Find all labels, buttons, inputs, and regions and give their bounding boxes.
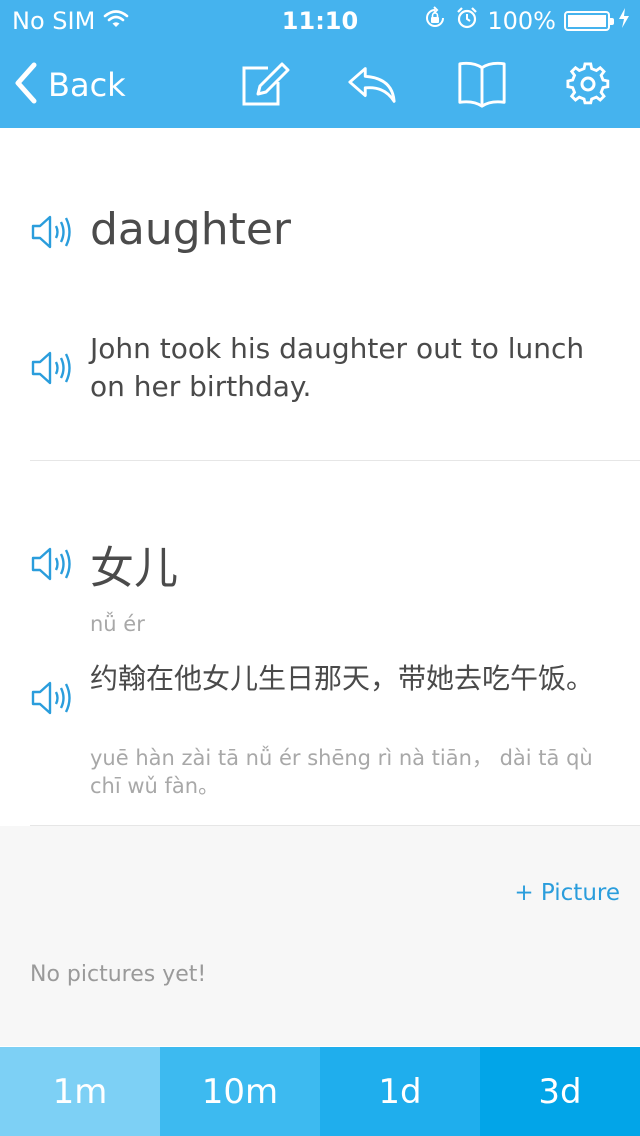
interval-button-1m[interactable]: 1m	[0, 1047, 160, 1136]
speaker-icon-translated-example[interactable]	[30, 680, 74, 716]
speaker-icon-example[interactable]	[30, 350, 74, 386]
translated-example: 约翰在他女儿生日那天，带她去吃午饭。	[90, 662, 595, 695]
nav-bar: Back	[0, 40, 640, 128]
english-example: John took his daughter out to lunch on h…	[90, 332, 585, 403]
chevron-left-icon	[14, 62, 38, 108]
battery-percent: 100%	[487, 7, 556, 35]
english-word: daughter	[90, 204, 292, 255]
translated-example-pinyin: yuē hàn zài tā nǚ ér shēng rì nà tiān， d…	[90, 746, 593, 798]
speaker-icon-word[interactable]	[30, 214, 74, 250]
charging-icon	[618, 7, 630, 35]
no-pictures-label: No pictures yet!	[30, 962, 207, 987]
interval-label: 1d	[378, 1071, 422, 1112]
pictures-section: + Picture No pictures yet!	[0, 826, 640, 1046]
interval-button-3d[interactable]: 3d	[480, 1047, 640, 1136]
gear-icon[interactable]	[562, 58, 614, 110]
speaker-icon-translation[interactable]	[30, 546, 74, 582]
reply-icon[interactable]	[346, 58, 398, 110]
divider	[30, 460, 640, 461]
battery-icon	[564, 11, 614, 31]
book-icon[interactable]	[456, 58, 508, 110]
translation-word: 女儿	[90, 543, 178, 594]
interval-label: 10m	[201, 1071, 279, 1112]
header: No SIM 11:10 100% Back	[0, 0, 640, 128]
add-picture-link[interactable]: + Picture	[514, 880, 620, 906]
alarm-icon	[455, 6, 479, 36]
translation-pinyin: nǚ ér	[90, 612, 145, 636]
interval-label: 1m	[52, 1071, 108, 1112]
rotation-lock-icon	[423, 6, 447, 36]
interval-button-1d[interactable]: 1d	[320, 1047, 480, 1136]
back-button[interactable]: Back	[14, 62, 126, 108]
interval-button-10m[interactable]: 10m	[160, 1047, 320, 1136]
status-right: 100%	[423, 6, 630, 36]
edit-icon[interactable]	[238, 58, 290, 110]
status-bar: No SIM 11:10 100%	[0, 0, 640, 40]
back-label: Back	[48, 66, 126, 104]
review-interval-bar: 1m 10m 1d 3d	[0, 1047, 640, 1136]
interval-label: 3d	[538, 1071, 582, 1112]
